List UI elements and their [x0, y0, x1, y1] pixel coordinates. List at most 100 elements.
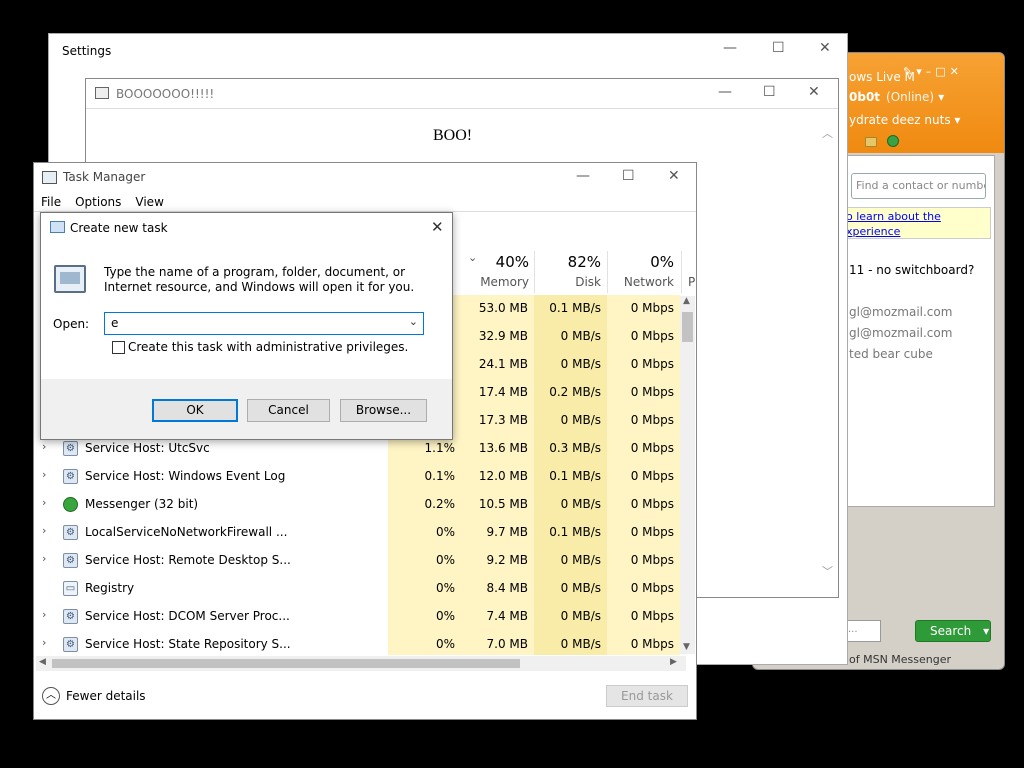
chevron-up-icon[interactable]: ▲: [683, 296, 690, 306]
scrollbar-thumb[interactable]: [682, 312, 693, 342]
maximize-icon[interactable]: ☐: [763, 84, 776, 100]
table-row[interactable]: › Messenger (32 bit) 0.2% 10.5 MB 0 MB/s…: [34, 490, 680, 518]
expand-chevron-icon[interactable]: ›: [42, 496, 46, 509]
chevron-up-circle-icon[interactable]: ︿: [42, 687, 60, 705]
chevron-down-icon[interactable]: ▼: [683, 642, 690, 652]
disk-cell: 0 MB/s: [560, 609, 601, 623]
memory-header-label[interactable]: Memory: [469, 275, 529, 289]
network-cell: 0 Mbps: [630, 637, 674, 651]
maximize-icon[interactable]: ☐: [772, 40, 785, 56]
network-cell: 0 Mbps: [630, 497, 674, 511]
menu-view[interactable]: View: [135, 195, 163, 209]
memory-header-pct[interactable]: 40%: [479, 253, 529, 271]
chevron-up-icon[interactable]: ︿: [822, 125, 833, 141]
boo-scrollbar[interactable]: ︿ ﹀: [820, 121, 836, 591]
expand-chevron-icon[interactable]: ›: [42, 608, 46, 621]
table-row[interactable]: › ⚙ Service Host: Remote Desktop S... 0%…: [34, 546, 680, 574]
menu-options[interactable]: Options: [75, 195, 121, 209]
expand-chevron-icon[interactable]: ›: [42, 468, 46, 481]
msn-ad-link-2[interactable]: xperience: [846, 224, 986, 238]
process-name: LocalServiceNoNetworkFirewall ...: [85, 525, 288, 539]
maximize-icon[interactable]: ☐: [622, 168, 635, 184]
msn-contact-item[interactable]: gl@mozmail.com: [849, 305, 952, 319]
process-name: Registry: [85, 581, 135, 595]
msn-search-button[interactable]: Search ▾: [915, 620, 991, 642]
expand-chevron-icon[interactable]: ›: [42, 440, 46, 453]
msn-paint-icon[interactable]: ✎: [903, 65, 916, 78]
disk-cell: 0 MB/s: [560, 329, 601, 343]
memory-cell: 12.0 MB: [478, 469, 528, 483]
memory-cell: 53.0 MB: [478, 301, 528, 315]
end-task-button[interactable]: End task: [606, 685, 688, 707]
msn-username: 0b0t: [849, 90, 881, 104]
horizontal-scrollbar[interactable]: ◀ ▶: [36, 656, 686, 671]
expand-chevron-icon[interactable]: ›: [42, 552, 46, 565]
create-new-task-dialog: Create new task ✕ Type the name of a pro…: [40, 212, 453, 440]
msn-contact-item[interactable]: ted bear cube: [849, 347, 933, 361]
memory-cell: 17.4 MB: [478, 385, 528, 399]
memory-cell: 10.5 MB: [478, 497, 528, 511]
close-icon[interactable]: ✕: [819, 40, 831, 56]
expand-chevron-icon[interactable]: ›: [42, 636, 46, 649]
network-header-label[interactable]: Network: [614, 275, 674, 289]
close-icon[interactable]: ✕: [431, 218, 444, 236]
msn-web-search-input[interactable]: ...: [845, 620, 881, 642]
cancel-button[interactable]: Cancel: [247, 399, 330, 422]
open-input-value[interactable]: e: [111, 316, 118, 330]
menu-file[interactable]: File: [41, 195, 61, 209]
disk-header-pct[interactable]: 82%: [544, 253, 601, 271]
msn-toolbar-icons[interactable]: [865, 135, 899, 150]
disk-cell: 0 MB/s: [560, 357, 601, 371]
close-icon[interactable]: ✕: [668, 168, 680, 184]
network-header-pct[interactable]: 0%: [614, 253, 674, 271]
task-manager-icon: [42, 171, 57, 184]
sort-chevron-icon[interactable]: ⌄: [468, 251, 477, 264]
power-header-label[interactable]: P: [688, 275, 696, 289]
admin-privileges-label[interactable]: Create this task with administrative pri…: [128, 340, 408, 354]
network-cell: 0 Mbps: [630, 385, 674, 399]
msn-ad-banner[interactable]: o learn about the xperience: [841, 207, 991, 239]
msn-menu-icon[interactable]: ▾: [916, 65, 926, 78]
table-row[interactable]: ▭ Registry 0% 8.4 MB 0 MB/s 0 Mbps: [34, 574, 680, 602]
expand-chevron-icon[interactable]: ›: [42, 524, 46, 537]
minimize-icon[interactable]: –: [926, 65, 936, 78]
table-row[interactable]: › ⚙ LocalServiceNoNetworkFirewall ... 0%…: [34, 518, 680, 546]
globe-icon[interactable]: [887, 135, 899, 147]
fewer-details-link[interactable]: ︿ Fewer details: [42, 687, 146, 705]
msn-window-controls[interactable]: ✎▾–□✕: [903, 65, 963, 78]
minimize-icon[interactable]: —: [718, 84, 732, 100]
ok-button[interactable]: OK: [152, 399, 238, 422]
chevron-left-icon[interactable]: ◀: [39, 657, 46, 667]
app-window-icon: [95, 87, 109, 99]
msn-ad-link-1[interactable]: o learn about the: [846, 209, 986, 224]
admin-privileges-checkbox[interactable]: [112, 341, 125, 354]
close-icon[interactable]: ✕: [808, 84, 820, 100]
dialog-description: Type the name of a program, folder, docu…: [104, 265, 415, 294]
scrollbar-thumb[interactable]: [52, 659, 520, 668]
chevron-down-icon[interactable]: ﹀: [822, 563, 833, 579]
disk-header-label[interactable]: Disk: [544, 275, 601, 289]
chevron-right-icon[interactable]: ▶: [670, 657, 677, 667]
msn-find-contact-input[interactable]: Find a contact or numbe: [851, 173, 986, 199]
maximize-icon[interactable]: □: [935, 65, 949, 78]
minimize-icon[interactable]: —: [723, 40, 737, 56]
mail-icon[interactable]: [865, 137, 877, 147]
network-cell: 0 Mbps: [630, 441, 674, 455]
chevron-down-icon[interactable]: ▾: [983, 624, 989, 638]
disk-cell: 0 MB/s: [560, 581, 601, 595]
msn-contact-item[interactable]: gl@mozmail.com: [849, 326, 952, 340]
vertical-scrollbar[interactable]: ▲ ▼: [680, 296, 695, 654]
chevron-down-icon[interactable]: ⌄: [409, 315, 418, 328]
browse-button[interactable]: Browse...: [340, 399, 427, 422]
msn-personal-message[interactable]: ydrate deez nuts ▾: [849, 113, 960, 127]
msn-contact-item[interactable]: 11 - no switchboard?: [849, 263, 974, 277]
msn-user-status[interactable]: 0b0t (Online) ▾: [849, 90, 944, 104]
table-row[interactable]: › ⚙ Service Host: State Repository S... …: [34, 630, 680, 655]
minimize-icon[interactable]: —: [576, 168, 590, 184]
table-row[interactable]: › ⚙ Service Host: Windows Event Log 0.1%…: [34, 462, 680, 490]
gear-icon: ⚙: [63, 525, 78, 540]
close-icon[interactable]: ✕: [950, 65, 963, 78]
open-combobox[interactable]: e ⌄: [104, 312, 424, 335]
table-row[interactable]: › ⚙ Service Host: DCOM Server Proc... 0%…: [34, 602, 680, 630]
cpu-cell: 0%: [435, 525, 455, 539]
